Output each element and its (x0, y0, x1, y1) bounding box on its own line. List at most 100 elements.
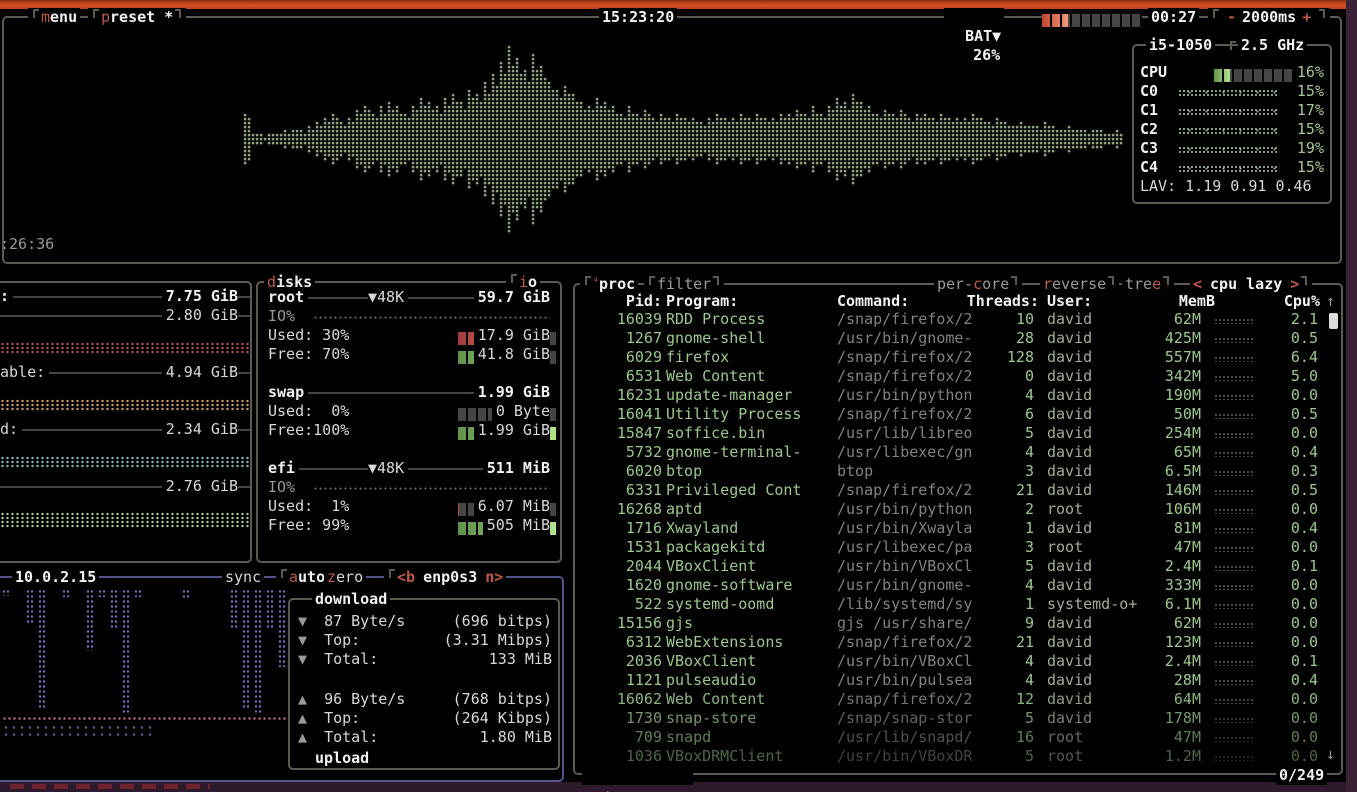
process-list: 16039RDD Process/snap/firefox/210david62… (573, 310, 1333, 768)
disk-free-row: Free:100% 1.99 GiB (268, 421, 550, 440)
cpu-mini-graph (1214, 394, 1254, 400)
process-row[interactable]: 6312WebExtensions/snap/firefox/221david1… (573, 633, 1333, 652)
disk-free-label: Free:100% (268, 421, 349, 439)
core-label: C4 (1140, 158, 1158, 176)
sync-button[interactable]: sync (222, 568, 264, 587)
disk-used-value: 0 Byte (492, 402, 550, 421)
cpu-mini-graph (1214, 698, 1254, 704)
core-value: 15% (1293, 158, 1324, 177)
process-row[interactable]: 6331Privileged Cont/snap/firefox/221davi… (573, 481, 1333, 500)
process-row[interactable]: 16039RDD Process/snap/firefox/210david62… (573, 310, 1333, 329)
per-core-hotkey: c (973, 275, 982, 293)
proc-box-number: ⁴ (593, 277, 599, 288)
process-row[interactable]: 2044VBoxClient/usr/bin/VBoxCl5david2.4M0… (573, 557, 1333, 576)
disk-io-row: IO% (268, 478, 550, 497)
mem-used-row: 2.80 GiB (0, 306, 250, 325)
col-header-pid[interactable]: Pid: (573, 292, 662, 311)
process-row[interactable]: 6029firefox/snap/firefox/2128david557M6.… (573, 348, 1333, 367)
menu-button[interactable]: menu (28, 8, 80, 27)
cpu-mini-graph (1214, 318, 1254, 324)
process-row[interactable]: 1036VBoxDRMClient/usr/bin/VBoxDR5root1.2… (573, 747, 1333, 766)
col-header-threads[interactable]: Threads: (959, 292, 1039, 311)
process-row[interactable]: 1267gnome-shell/usr/bin/gnome-28david425… (573, 329, 1333, 348)
download-speed-row: ▼ 87 Byte/s (696 bitps) (298, 612, 552, 631)
mem-label: d: (0, 420, 22, 438)
zero-label: ero (336, 568, 363, 586)
net-graph-column (230, 589, 239, 628)
col-header-program[interactable]: Program: (666, 292, 831, 311)
network-ip: 10.0.2.15 (12, 568, 99, 587)
scrollbar-thumb[interactable] (1329, 313, 1338, 329)
reverse-rest: everse (1052, 275, 1106, 293)
cpu-mini-graph (1214, 508, 1254, 514)
process-row[interactable]: 1716Xwayland/usr/bin/Xwayla1david81M0.4 (573, 519, 1333, 538)
select-up-icon[interactable]: ↑ (603, 785, 612, 792)
sort-prev-button[interactable]: < (1193, 275, 1202, 293)
disk-io-label: IO% (268, 478, 295, 496)
col-header-mem[interactable]: MemB (1145, 292, 1215, 311)
upload-speed-bits: (768 bitps) (449, 690, 552, 709)
net-graph-column (242, 589, 251, 709)
mem-available-graph (0, 399, 250, 412)
mem-cached-graph (0, 456, 250, 469)
per-core-rest: ore (982, 275, 1009, 293)
preset-button[interactable]: preset * (88, 8, 186, 27)
disk-io-graph (313, 486, 550, 491)
zero-button[interactable]: zero (324, 568, 366, 587)
disk-used-label: Used: 1% (268, 497, 349, 515)
menu-label: enu (50, 8, 77, 26)
per-core-pre: per- (937, 275, 973, 293)
tick (1163, 276, 1169, 285)
disk-used-label: Used: 0% (268, 402, 349, 420)
cpu-mini-graph (1214, 356, 1254, 362)
process-row[interactable]: 522systemd-oomd/lib/systemd/sy1systemd-o… (573, 595, 1333, 614)
process-row[interactable]: 15847soffice.bin/usr/lib/libreo5david254… (573, 424, 1333, 443)
tick (281, 569, 287, 578)
net-graph-column (182, 589, 191, 599)
process-row[interactable]: 2036VBoxClient/usr/bin/VBoxCl4david2.4M0… (573, 652, 1333, 671)
interval-increase-button[interactable]: + (1302, 8, 1311, 26)
desktop-bottom-accent (10, 784, 210, 789)
process-row[interactable]: 16268aptd/usr/bin/python2root106M0.0 (573, 500, 1333, 519)
process-row[interactable]: 1730snap-store/snap/snap-stor5david178M0… (573, 709, 1333, 728)
download-speed: 87 Byte/s (324, 612, 405, 630)
process-row[interactable]: 1121pulseaudio/usr/bin/pulsea4david28M0.… (573, 671, 1333, 690)
iface-next-button[interactable]: n> (485, 568, 503, 586)
process-row[interactable]: 16062Web Content/snap/firefox/212david64… (573, 690, 1333, 709)
process-row[interactable]: 709snapd/usr/lib/snapd/16root47M0.0 (573, 728, 1333, 747)
auto-label: uto (298, 568, 325, 586)
process-row[interactable]: 16041Utility Process/snap/firefox/26davi… (573, 405, 1333, 424)
disk-size: 511 MiB (483, 459, 550, 478)
mem-total-value: 7.75 GiB (162, 287, 238, 306)
core-label: C0 (1140, 82, 1158, 100)
process-row[interactable]: 16231update-manager/usr/bin/python4david… (573, 386, 1333, 405)
col-header-user[interactable]: User: (1047, 292, 1157, 311)
scroll-down-icon[interactable]: ↓ (1326, 745, 1335, 764)
interval-decrease-button[interactable]: - (1227, 8, 1236, 26)
process-row[interactable]: 5732gnome-terminal-/usr/libexec/gn4david… (573, 443, 1333, 462)
process-row[interactable]: 1531packagekitd/usr/libexec/pa3root47M0.… (573, 538, 1333, 557)
load-average: LAV: 1.19 0.91 0.46 (1140, 177, 1324, 196)
download-speed-bits: (696 bitps) (449, 612, 552, 631)
process-row[interactable]: 6531Web Content/snap/firefox/20david342M… (573, 367, 1333, 386)
core-label: C3 (1140, 139, 1158, 157)
cpu-mini-graph (1214, 546, 1254, 552)
battery-time: 00:27 (1148, 8, 1199, 27)
net-graph-column (2, 589, 11, 596)
tree-hotkey: e (1152, 275, 1161, 293)
col-header-cpu[interactable]: Cpu% (1260, 292, 1320, 311)
mem-free-value: 2.76 GiB (162, 477, 238, 496)
disk-row-efi: efi ▼48K 511 MiB (268, 459, 550, 478)
iface-prev-button[interactable]: <b (397, 568, 415, 586)
cpu-mini-graph (1214, 432, 1254, 438)
cpu-mini-graph (1214, 413, 1254, 419)
scroll-up-icon[interactable]: ↑ (1326, 292, 1335, 311)
cpu-model: i5-1050 (1146, 36, 1215, 55)
process-row[interactable]: 1620gnome-software/usr/bin/gnome-4david3… (573, 576, 1333, 595)
auto-button[interactable]: auto (276, 568, 328, 587)
cpu-mini-graph (1214, 489, 1254, 495)
process-row[interactable]: 6020btopbtop3david6.5M0.3 (573, 462, 1333, 481)
sort-next-button[interactable]: > (1290, 275, 1299, 293)
interface-switch[interactable]: <benp0s3n> (384, 568, 506, 587)
process-row[interactable]: 15156gjsgjs /usr/share/9david62M0.0 (573, 614, 1333, 633)
